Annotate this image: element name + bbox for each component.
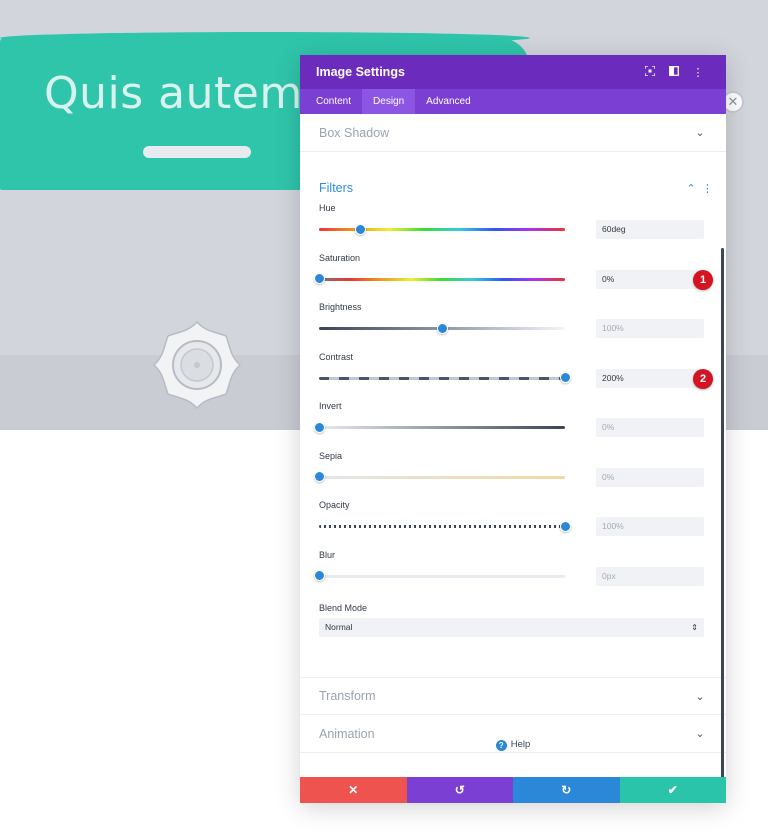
filter-opacity: Opacity 100% — [300, 500, 726, 550]
fullscreen-icon[interactable] — [638, 64, 662, 79]
filter-saturation: Saturation 0% 1 — [300, 253, 726, 303]
callout-badge: 1 — [693, 269, 713, 290]
filter-label: Opacity — [319, 500, 350, 510]
filter-invert: Invert 0% — [300, 401, 726, 451]
scrollbar[interactable] — [721, 248, 724, 793]
undo-button[interactable]: ↺ — [406, 777, 513, 803]
chevron-down-icon: ⌄ — [695, 127, 705, 139]
blend-mode-label: Blend Mode — [319, 603, 368, 613]
filter-hue: Hue 60deg — [300, 203, 726, 253]
section-title: Box Shadow — [319, 125, 390, 140]
filter-value-input[interactable]: 60deg — [596, 220, 704, 239]
filter-label: Contrast — [319, 351, 354, 362]
slider-track[interactable] — [319, 277, 565, 281]
split-view-icon[interactable] — [662, 65, 686, 79]
section-title: Filters — [319, 181, 354, 195]
discard-button[interactable]: ✕ — [300, 777, 407, 803]
blend-mode-value: Normal — [325, 622, 353, 632]
filter-sepia: Sepia 0% — [300, 451, 726, 501]
tab-bar: Content Design Advanced — [300, 89, 726, 114]
filter-value-input[interactable]: 100% — [596, 517, 704, 536]
help-label: Help — [510, 739, 531, 750]
filter-value-input[interactable]: 0% — [596, 418, 704, 437]
slider-handle[interactable] — [355, 223, 367, 235]
slider-track[interactable] — [319, 426, 565, 429]
help-link[interactable]: ? Help — [300, 739, 726, 751]
slider-handle[interactable] — [313, 273, 325, 284]
filter-value-input[interactable]: 0% — [596, 467, 704, 487]
slider-track[interactable] — [319, 574, 565, 578]
slider-track[interactable] — [319, 475, 565, 479]
hero-button-placeholder — [143, 146, 251, 158]
filter-contrast: Contrast 200% 2 — [300, 352, 726, 402]
lotus-logo-icon — [152, 320, 242, 410]
modal-header: Image Settings ⋮ — [300, 55, 726, 89]
more-vertical-icon[interactable]: ⋮ — [686, 66, 710, 79]
filter-label: Invert — [319, 401, 342, 411]
image-settings-modal: Image Settings ⋮ Content Design Advanced… — [300, 55, 726, 803]
filter-value-input[interactable]: 0px — [596, 566, 704, 586]
slider-handle[interactable] — [559, 520, 571, 532]
more-vertical-icon[interactable]: ⋮ — [702, 182, 713, 195]
slider-track[interactable] — [319, 525, 565, 528]
filter-value-input[interactable]: 200% — [596, 368, 704, 388]
tab-content[interactable]: Content — [305, 89, 362, 114]
save-button[interactable]: ✔ — [619, 777, 726, 803]
section-filters-header[interactable]: Filters ⌃ ⋮ — [300, 152, 726, 203]
filter-blur: Blur 0px — [300, 550, 726, 600]
filter-value-input[interactable]: 100% — [596, 319, 704, 338]
select-arrows-icon: ⇕ — [691, 623, 698, 632]
tab-advanced[interactable]: Advanced — [415, 89, 481, 114]
filter-brightness: Brightness 100% — [300, 302, 726, 352]
slider-handle[interactable] — [436, 322, 448, 334]
chevron-down-icon: ⌄ — [695, 690, 705, 703]
redo-button[interactable]: ↻ — [513, 777, 620, 803]
filter-label: Blur — [319, 549, 336, 560]
modal-footer: ✕ ↺ ↻ ✔ — [300, 777, 726, 803]
hero-title: Quis autem v — [44, 68, 300, 119]
filter-list: Hue 60deg Saturation 0% 1 Brightness 100% Contr… — [300, 203, 726, 599]
blend-mode-select[interactable]: Normal ⇕ — [319, 618, 704, 637]
slider-handle[interactable] — [313, 421, 325, 433]
tab-design[interactable]: Design — [362, 89, 416, 114]
section-transform[interactable]: Transform ⌄ — [300, 677, 726, 715]
slider-handle[interactable] — [313, 570, 325, 581]
filter-label: Hue — [319, 203, 336, 213]
slider-handle[interactable] — [313, 471, 325, 482]
section-box-shadow[interactable]: Box Shadow ⌄ — [300, 114, 726, 152]
filter-label: Saturation — [319, 252, 361, 263]
callout-badge: 2 — [693, 368, 713, 389]
filter-value-input[interactable]: 0% — [596, 269, 704, 289]
filter-label: Sepia — [319, 450, 343, 461]
section-title: Transform — [319, 689, 376, 703]
modal-title: Image Settings — [316, 65, 405, 79]
slider-track[interactable] — [319, 376, 565, 380]
help-icon: ? — [495, 740, 507, 751]
chevron-up-icon[interactable]: ⌃ — [684, 182, 698, 195]
slider-handle[interactable] — [559, 372, 571, 383]
filter-label: Brightness — [319, 302, 362, 312]
settings-scroll-area: Box Shadow ⌄ Filters ⌃ ⋮ Hue 60deg Saturat… — [300, 114, 726, 777]
blend-mode-group: Blend Mode Normal ⇕ — [300, 599, 726, 677]
